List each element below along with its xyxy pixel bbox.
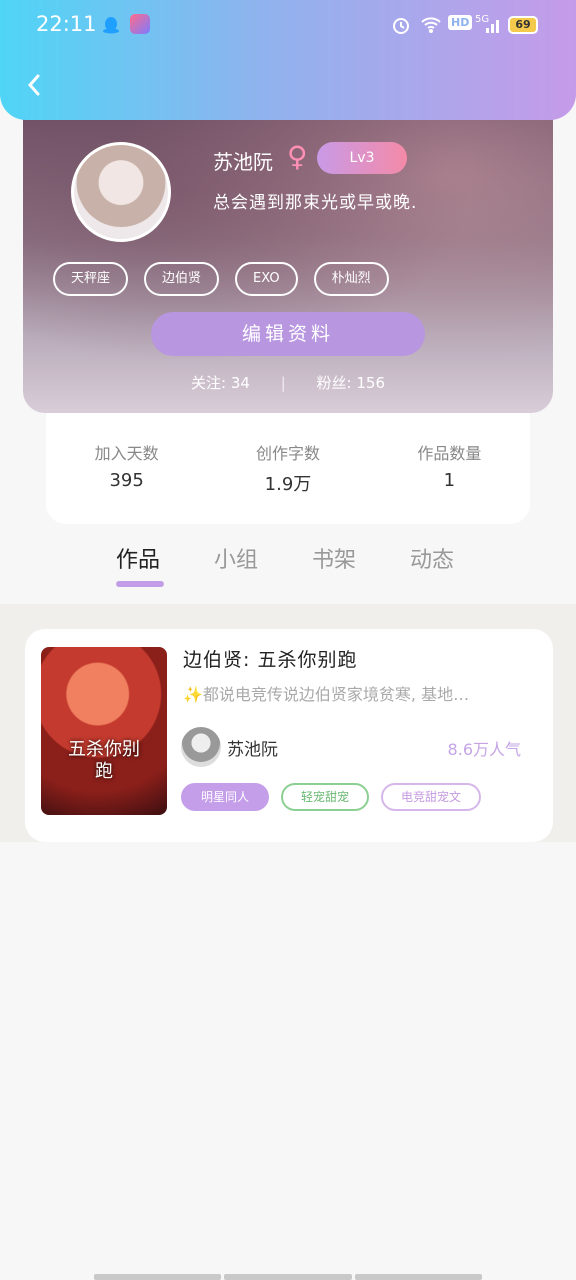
stat-value: 395 [109, 470, 144, 491]
fans-link[interactable]: 粉丝: 156 [317, 372, 385, 393]
book-cover[interactable]: 五杀你别跑 [41, 647, 167, 815]
qq-icon [103, 17, 119, 34]
app-icon [130, 14, 150, 34]
work-description: ✨都说电竞传说边伯贤家境贫寒, 基地… [183, 685, 470, 704]
tab-activity[interactable]: 动态 [410, 542, 454, 574]
follow-stats: 关注: 34 | 粉丝: 156 [23, 372, 553, 393]
work-tags: 明星同人 轻宠甜宠 电竞甜宠文 [181, 783, 482, 811]
profile-tags: 天秤座 边伯贤 EXO 朴灿烈 [53, 262, 389, 296]
alarm-icon [393, 18, 409, 34]
status-bar: 22:11 HD 5G 69 [0, 0, 576, 52]
stats-card: 加入天数 395 创作字数 1.9万 作品数量 1 [46, 400, 530, 524]
indicator-segment [224, 1274, 352, 1280]
signal-icon [486, 20, 499, 33]
tab-groups[interactable]: 小组 [214, 542, 258, 574]
stat-join-days: 加入天数 395 [46, 440, 207, 524]
avatar[interactable] [71, 142, 171, 242]
author-avatar[interactable] [181, 727, 221, 767]
level-badge: Lv3 [317, 142, 407, 174]
indicator-segment [94, 1274, 222, 1280]
stat-value: 1.9万 [264, 474, 312, 495]
wifi-icon [421, 17, 441, 33]
stat-label: 创作字数 [255, 444, 320, 463]
fans-label: 粉丝: [316, 374, 352, 392]
tab-bar: 作品 小组 书架 动态 [0, 536, 576, 604]
profile-tag[interactable]: 边伯贤 [144, 262, 220, 296]
chevron-left-icon[interactable] [20, 68, 48, 102]
work-card[interactable]: 五杀你别跑 边伯贤: 五杀你别跑 ✨都说电竞传说边伯贤家境贫寒, 基地… 苏池阮… [25, 629, 553, 842]
following-label: 关注: [190, 374, 227, 392]
active-tab-indicator [116, 581, 164, 587]
female-icon: ♀ [287, 140, 308, 173]
user-name: 苏池阮 [213, 150, 273, 174]
work-title[interactable]: 边伯贤: 五杀你别跑 [183, 645, 357, 672]
tab-bookshelf[interactable]: 书架 [312, 542, 356, 574]
tab-works[interactable]: 作品 [116, 542, 160, 574]
profile-tag[interactable]: 天秤座 [53, 262, 129, 296]
cover-title: 五杀你别跑 [68, 739, 140, 782]
popularity-count: 8.6万人气 [447, 740, 521, 759]
status-time: 22:11 [36, 12, 97, 36]
following-count: 34 [230, 374, 250, 392]
work-tag[interactable]: 轻宠甜宠 [281, 783, 370, 811]
fans-count: 156 [356, 374, 386, 392]
work-tag[interactable]: 电竞甜宠文 [381, 783, 482, 811]
profile-tag[interactable]: 朴灿烈 [313, 262, 389, 296]
stat-label: 加入天数 [94, 444, 159, 463]
indicator-segment [354, 1274, 482, 1280]
stat-value: 1 [443, 470, 456, 491]
home-indicator[interactable] [94, 1274, 482, 1280]
edit-profile-button[interactable]: 编辑资料 [151, 312, 425, 356]
stat-label: 作品数量 [417, 444, 482, 463]
following-link[interactable]: 关注: 34 [191, 372, 250, 393]
signature: 总会遇到那束光或早或晚. [213, 193, 418, 213]
stat-word-count: 创作字数 1.9万 [207, 440, 368, 524]
hd-icon: HD [448, 15, 473, 30]
divider: | [280, 374, 286, 392]
battery-icon: 69 [508, 16, 538, 34]
profile-card: 苏池阮 ♀ Lv3 总会遇到那束光或早或晚. 天秤座 边伯贤 EXO 朴灿烈 编… [23, 96, 553, 413]
author-name[interactable]: 苏池阮 [227, 735, 278, 760]
header-bar: 22:11 HD 5G 69 [0, 0, 576, 120]
stat-work-count: 作品数量 1 [369, 440, 530, 524]
work-tag[interactable]: 明星同人 [181, 783, 270, 811]
profile-tag[interactable]: EXO [235, 262, 298, 296]
